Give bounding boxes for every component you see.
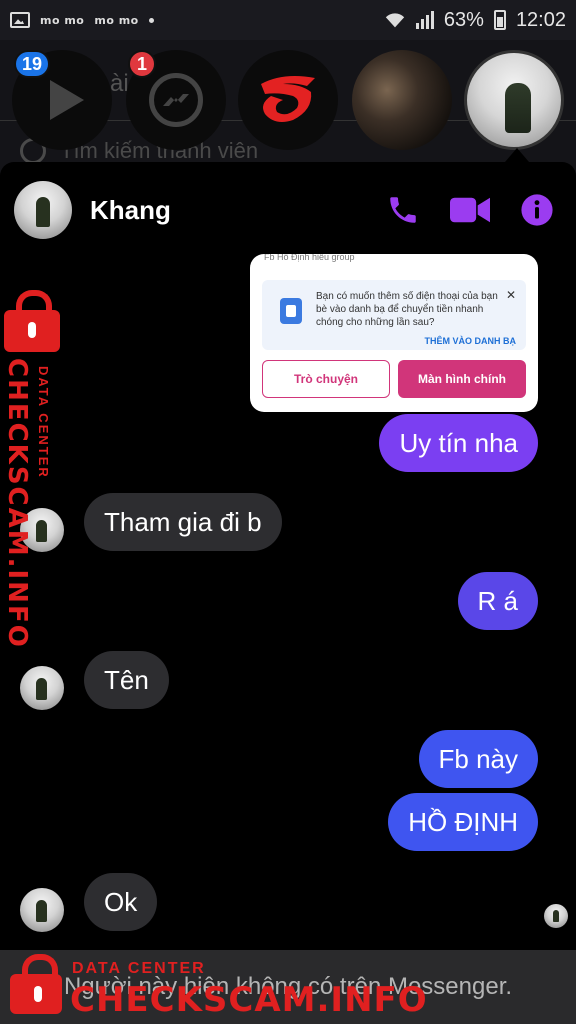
screenshot-home-button: Màn hình chính — [398, 360, 526, 398]
battery-percent: 63% — [443, 8, 484, 31]
watermark-big-text: CHECKSCAM.INFO — [70, 980, 428, 1020]
message-bubble-outgoing[interactable]: R á — [457, 572, 538, 630]
watermark-small-text: DATA CENTER — [72, 960, 206, 977]
active-head-pointer — [505, 148, 529, 162]
garena-logo-icon — [261, 76, 315, 122]
avatar[interactable] — [14, 181, 72, 239]
khang-avatar-image — [505, 83, 531, 133]
chat-panel: Khang Fb Hồ Định hiểu group Bạn có muốn … — [0, 162, 576, 1024]
watermark-small-text: DATA CENTER — [36, 366, 51, 479]
video-call-icon[interactable] — [450, 195, 490, 225]
seen-receipt-avatar — [544, 904, 568, 928]
wifi-icon — [385, 13, 405, 28]
avatar — [20, 888, 64, 932]
message-bubble-incoming[interactable]: Tên — [84, 651, 169, 709]
message-bubble-outgoing[interactable]: HỒ ĐỊNH — [388, 793, 538, 851]
contacts-book-icon — [280, 298, 302, 324]
screenshot-info-text: Bạn có muốn thêm số điện thoại của bạn b… — [316, 291, 498, 328]
chat-head-garena[interactable] — [238, 50, 338, 150]
lock-icon — [4, 290, 60, 352]
gallery-notification-icon — [10, 12, 30, 28]
signal-icon — [415, 11, 434, 29]
phone-icon[interactable] — [386, 193, 420, 227]
status-bar: mo mo mo mo 63% 12:02 — [0, 0, 576, 40]
shared-screenshot-image[interactable]: Fb Hồ Định hiểu group Bạn có muốn thêm s… — [250, 254, 538, 412]
screenshot-add-contact-link: THÊM VÀO DANH BẠ — [424, 336, 517, 346]
momo-notification-icon: mo mo — [40, 13, 85, 27]
more-notifications-dot-icon — [148, 17, 154, 23]
message-bubble-incoming[interactable]: Ok — [84, 873, 158, 931]
messenger-icon — [149, 73, 203, 127]
screenshot-info-card: Bạn có muốn thêm số điện thoại của bạn b… — [262, 280, 526, 350]
screenshot-chat-button: Trò chuyện — [262, 360, 390, 398]
chat-head-play[interactable]: 19 — [12, 50, 112, 150]
unread-badge: 1 — [128, 50, 156, 78]
info-icon[interactable] — [520, 193, 554, 227]
chat-header: Khang — [0, 162, 576, 258]
chat-head-contact-photo[interactable] — [352, 50, 452, 150]
chat-heads-row: 19 1 — [0, 50, 576, 160]
watermark-bottom: DATA CENTER CHECKSCAM.INFO — [10, 952, 427, 1024]
momo-notification-icon-2: mo mo — [94, 13, 139, 27]
message-bubble-outgoing[interactable]: Fb này — [418, 730, 538, 788]
close-icon: ✕ — [505, 288, 516, 302]
chat-head-messenger[interactable]: 1 — [126, 50, 226, 150]
play-icon — [50, 80, 84, 120]
watermark-big-text: CHECKSCAM.INFO — [2, 358, 32, 649]
clock: 12:02 — [515, 8, 566, 31]
screenshot-cut-text: Fb Hồ Định hiểu group — [264, 254, 355, 262]
message-bubble-incoming[interactable]: Tham gia đi b — [84, 493, 282, 551]
watermark-side: CHECKSCAM.INFO DATA CENTER — [0, 290, 64, 649]
message-bubble-outgoing[interactable]: Uy tín nha — [379, 414, 538, 472]
contact-name[interactable]: Khang — [90, 195, 171, 226]
chat-head-khang[interactable] — [464, 50, 564, 150]
unread-badge: 19 — [14, 50, 51, 78]
avatar — [20, 666, 64, 710]
battery-icon — [493, 10, 506, 30]
lock-icon — [10, 954, 62, 1014]
